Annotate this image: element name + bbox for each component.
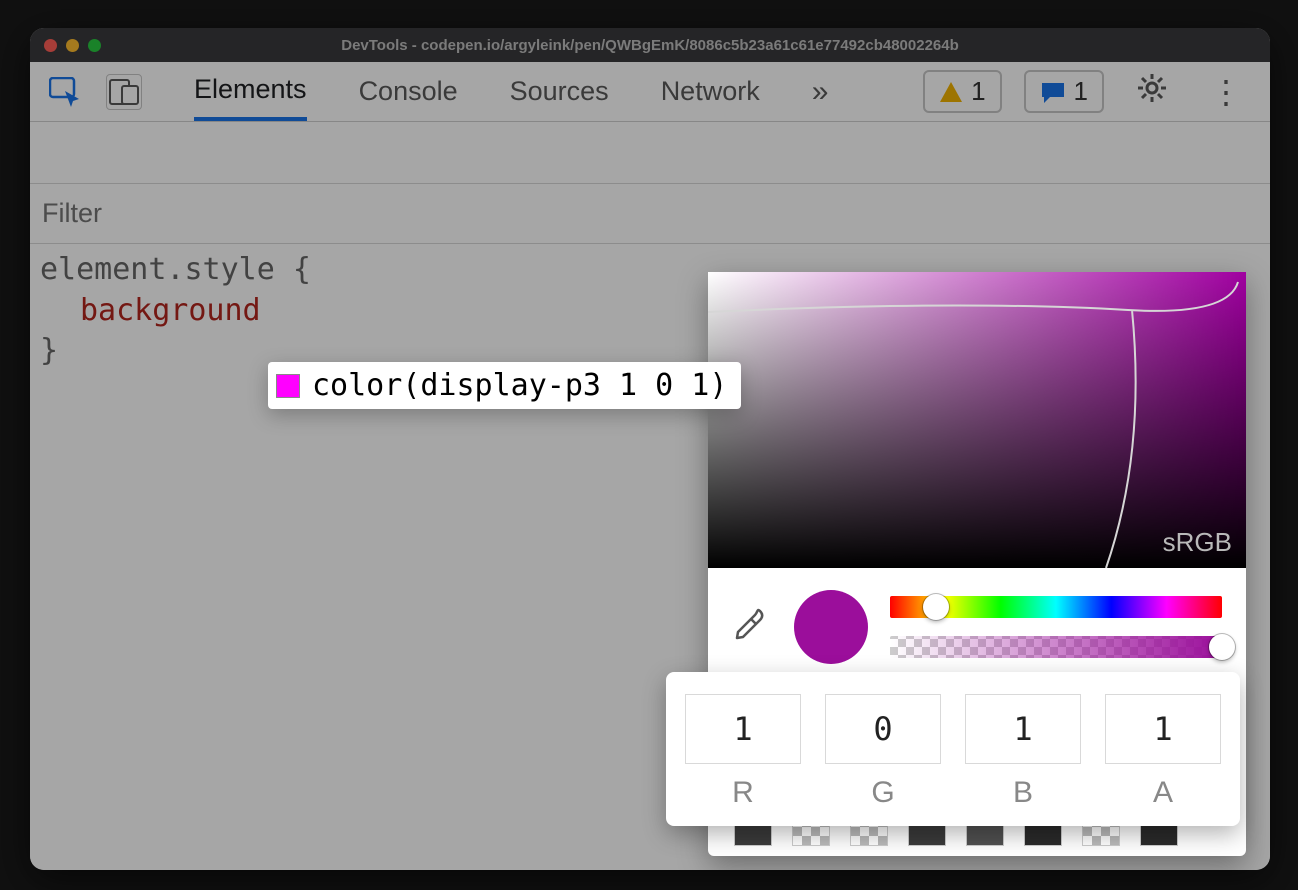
- channel-a-input[interactable]: [1105, 694, 1221, 764]
- color-value-text[interactable]: color(display-p3 1 0 1): [312, 368, 727, 403]
- tab-sources[interactable]: Sources: [510, 62, 609, 121]
- channel-g-input[interactable]: [825, 694, 941, 764]
- color-swatch-icon[interactable]: [276, 374, 300, 398]
- alpha-slider[interactable]: [890, 636, 1222, 658]
- titlebar: DevTools - codepen.io/argyleink/pen/QWBg…: [30, 28, 1270, 62]
- inspect-icon[interactable]: [48, 74, 84, 110]
- eyedropper-icon[interactable]: [732, 607, 772, 647]
- tab-network[interactable]: Network: [661, 62, 760, 121]
- filter-input[interactable]: [42, 198, 396, 229]
- warnings-count: 1: [971, 76, 985, 107]
- window-close-button[interactable]: [44, 39, 57, 52]
- more-tabs-icon[interactable]: »: [812, 75, 829, 109]
- color-value-popup[interactable]: color(display-p3 1 0 1): [268, 362, 741, 409]
- subtoolbar: [30, 122, 1270, 184]
- tab-console[interactable]: Console: [359, 62, 458, 121]
- panel-body: element.style { background } sRGB: [30, 122, 1270, 870]
- panel-tabs: Elements Console Sources Network: [194, 62, 760, 121]
- warnings-badge[interactable]: 1: [923, 70, 1001, 113]
- current-color-swatch: [794, 590, 868, 664]
- devtools-window: DevTools - codepen.io/argyleink/pen/QWBg…: [30, 28, 1270, 870]
- kebab-menu-icon[interactable]: ⋮: [1200, 73, 1252, 111]
- rgba-popup: R G B A: [666, 672, 1240, 826]
- channel-b-input[interactable]: [965, 694, 1081, 764]
- channel-r-label: R: [732, 776, 754, 810]
- devtools-toolbar: Elements Console Sources Network » 1 1 ⋮: [30, 62, 1270, 122]
- device-toolbar-icon[interactable]: [106, 74, 142, 110]
- window-maximize-button[interactable]: [88, 39, 101, 52]
- channel-r-input[interactable]: [685, 694, 801, 764]
- hue-thumb[interactable]: [923, 594, 949, 620]
- messages-count: 1: [1074, 76, 1088, 107]
- gamut-boundary: [708, 272, 1246, 568]
- traffic-lights: [44, 39, 101, 52]
- tab-elements[interactable]: Elements: [194, 62, 307, 121]
- color-field[interactable]: sRGB: [708, 272, 1246, 568]
- channel-a-label: A: [1153, 776, 1173, 810]
- window-minimize-button[interactable]: [66, 39, 79, 52]
- hue-slider[interactable]: [890, 596, 1222, 618]
- picker-controls: [708, 568, 1246, 672]
- messages-badge[interactable]: 1: [1024, 70, 1104, 113]
- settings-icon[interactable]: [1126, 72, 1178, 112]
- gamut-label: sRGB: [1163, 527, 1232, 558]
- color-picker: sRGB: [708, 272, 1246, 856]
- channel-g-label: G: [871, 776, 894, 810]
- filter-row: [30, 184, 1270, 244]
- channel-b-label: B: [1013, 776, 1033, 810]
- window-title: DevTools - codepen.io/argyleink/pen/QWBg…: [30, 37, 1270, 54]
- alpha-thumb[interactable]: [1209, 634, 1235, 660]
